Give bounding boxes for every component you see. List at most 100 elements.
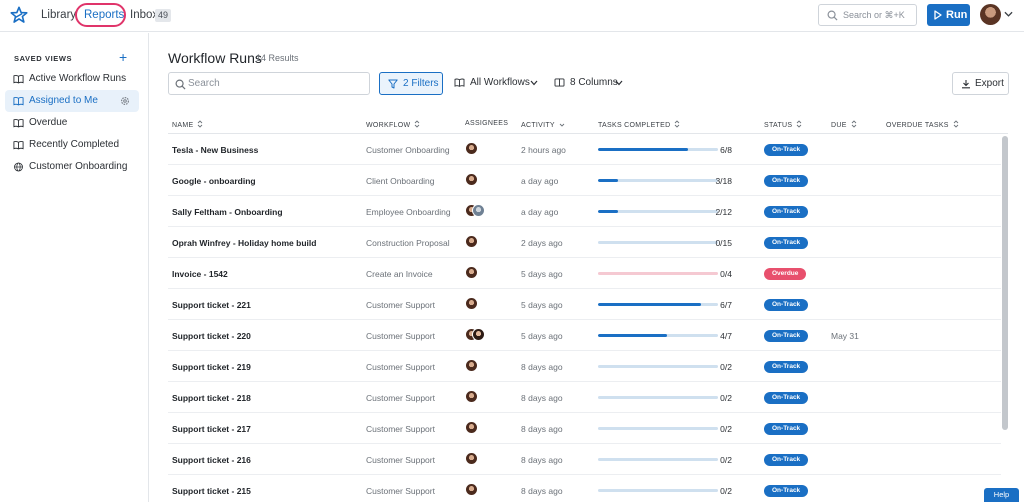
all-workflows-dropdown[interactable]: All Workflows [454,77,540,89]
row-activity: 5 days ago [521,300,563,310]
global-search-input[interactable]: Search or ⌘+K [818,4,917,26]
table-row[interactable]: Support ticket - 221 Customer Support 5 da… [168,289,1001,320]
tasks-count: 0/4 [720,269,732,279]
row-name[interactable]: Support ticket - 221 [172,300,251,310]
nav-library[interactable]: Library [41,9,76,21]
tasks-progress-bar [598,396,718,399]
assignee-avatars[interactable] [465,328,495,342]
status-badge: On-Track [764,423,809,435]
run-button[interactable]: Run [927,4,970,26]
tasks-progress-bar [598,210,718,213]
row-name[interactable]: Support ticket - 220 [172,331,251,341]
tasks-count: 0/2 [720,486,732,496]
assignee-avatars[interactable] [465,390,495,404]
star-logo-icon[interactable] [10,6,28,24]
table-row[interactable]: Oprah Winfrey - Holiday home build Constr… [168,227,1001,258]
column-header-tasks-completed[interactable]: TASKS COMPLETED [598,120,680,129]
assignee-avatars[interactable] [465,266,495,280]
sidebar-item-recently-completed[interactable]: Recently Completed [5,134,139,156]
tasks-progress-bar [598,272,718,275]
tasks-count: 2/12 [715,207,732,217]
row-name[interactable]: Oprah Winfrey - Holiday home build [172,238,316,248]
row-name[interactable]: Invoice - 1542 [172,269,228,279]
search-input[interactable]: Search [168,72,370,95]
chevron-down-icon [530,80,538,86]
assignee-avatars[interactable] [465,204,495,218]
assignee-avatars[interactable] [465,173,495,187]
nav-reports[interactable]: Reports [84,9,124,21]
row-activity: 8 days ago [521,424,563,434]
table-row[interactable]: Support ticket - 220 Customer Support 5 da… [168,320,1001,351]
add-view-button[interactable]: + [119,50,127,64]
assignee-avatars[interactable] [465,483,495,497]
chevron-down-icon[interactable] [1004,11,1013,18]
assignee-avatars[interactable] [465,142,495,156]
tasks-progress-bar [598,303,718,306]
sidebar-item-overdue[interactable]: Overdue [5,112,139,134]
row-activity: 8 days ago [521,486,563,496]
column-header-status[interactable]: STATUS [764,120,802,129]
table-row[interactable]: Tesla - New Business Customer Onboarding 2… [168,134,1001,165]
sidebar-item-active-workflow-runs[interactable]: Active Workflow Runs [5,68,139,90]
sidebar-item-assigned-to-me[interactable]: Assigned to Me [5,90,139,112]
tasks-count: 6/8 [720,145,732,155]
row-name[interactable]: Support ticket - 215 [172,486,251,496]
top-bar: Library Reports Inbox 49 Search or ⌘+K R… [0,0,1024,32]
row-workflow: Customer Support [366,362,435,372]
nav-inbox[interactable]: Inbox [130,9,158,21]
columns-dropdown[interactable]: 8 Columns [554,77,626,89]
table-row[interactable]: Support ticket - 219 Customer Support 8 da… [168,351,1001,382]
row-name[interactable]: Support ticket - 216 [172,455,251,465]
tasks-count: 0/2 [720,424,732,434]
row-name[interactable]: Tesla - New Business [172,145,258,155]
vertical-scrollbar[interactable] [1002,136,1008,430]
tasks-progress-bar [598,241,718,244]
filters-button[interactable]: 2 Filters [379,72,443,95]
row-workflow: Customer Onboarding [366,145,450,155]
sidebar: SAVED VIEWS + Active Workflow Runs Assig… [0,33,149,502]
column-header-overdue-tasks[interactable]: OVERDUE TASKS [886,120,959,129]
book-icon [13,118,24,128]
assignee-avatars[interactable] [465,421,495,435]
assignee-avatars[interactable] [465,359,495,373]
column-header-due[interactable]: DUE [831,120,857,129]
export-label: Export [975,78,1004,89]
table-row[interactable]: Support ticket - 218 Customer Support 8 da… [168,382,1001,413]
export-button[interactable]: Export [952,72,1009,95]
table-row[interactable]: Google - onboarding Client Onboarding a da… [168,165,1001,196]
help-button[interactable]: Help [984,488,1019,502]
row-name[interactable]: Sally Feltham - Onboarding [172,207,283,217]
sort-icon [675,120,680,128]
row-workflow: Customer Support [366,331,435,341]
status-badge: On-Track [764,330,809,342]
table-row[interactable]: Support ticket - 216 Customer Support 8 da… [168,444,1001,475]
assignee-avatars[interactable] [465,297,495,311]
table-row[interactable]: Invoice - 1542 Create an Invoice 5 days ag… [168,258,1001,289]
row-name[interactable]: Google - onboarding [172,176,256,186]
column-header-workflow[interactable]: WORKFLOW [366,120,420,129]
tasks-count: 3/18 [715,176,732,186]
progress-fill [598,303,701,306]
filters-label: 2 Filters [403,78,439,89]
status-badge: On-Track [764,299,809,311]
user-avatar[interactable] [980,4,1001,25]
row-workflow: Customer Support [366,300,435,310]
column-header-activity[interactable]: ACTIVITY [521,120,565,129]
row-name[interactable]: Support ticket - 218 [172,393,251,403]
assignee-avatars[interactable] [465,235,495,249]
sidebar-item-label: Overdue [29,117,68,128]
table-row[interactable]: Sally Feltham - Onboarding Employee Onboa… [168,196,1001,227]
progress-fill [598,179,618,182]
row-workflow: Employee Onboarding [366,207,451,217]
row-name[interactable]: Support ticket - 217 [172,424,251,434]
gear-icon[interactable] [120,96,130,106]
table-row[interactable]: Support ticket - 215 Customer Support 8 da… [168,475,1001,502]
tasks-progress-bar [598,427,718,430]
sidebar-item-customer-onboarding[interactable]: Customer Onboarding [5,156,139,178]
row-name[interactable]: Support ticket - 219 [172,362,251,372]
assignee-avatars[interactable] [465,452,495,466]
status-badge: On-Track [764,206,809,218]
table-row[interactable]: Support ticket - 217 Customer Support 8 da… [168,413,1001,444]
header-label: OVERDUE TASKS [886,122,949,129]
column-header-name[interactable]: NAME [172,120,203,129]
